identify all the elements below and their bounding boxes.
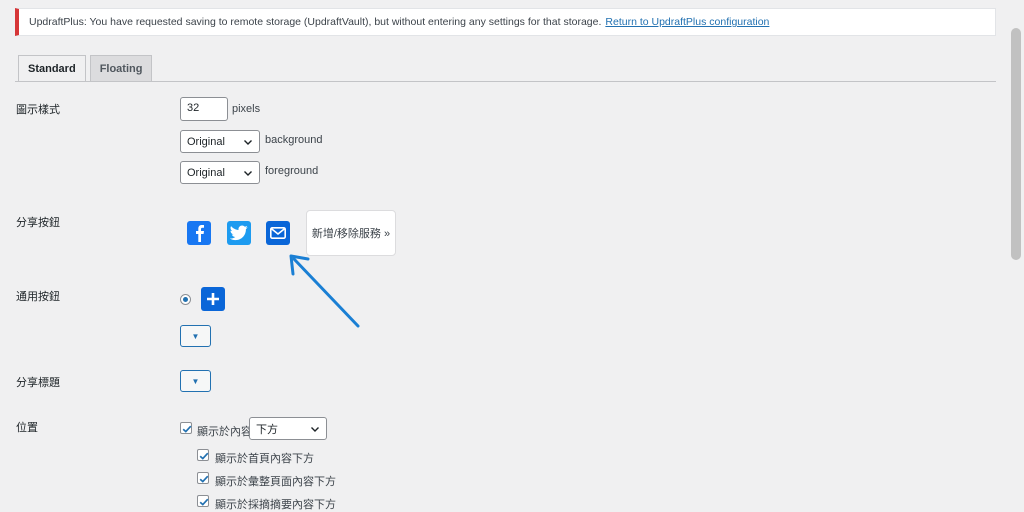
chevron-down-icon: [311, 426, 319, 432]
universal-button-radio[interactable]: [180, 294, 191, 305]
tab-divider: [15, 81, 996, 82]
page-scrollbar[interactable]: [1008, 0, 1024, 501]
show-on-homepage-label: 顯示於首頁內容下方: [215, 453, 314, 465]
caret-down-icon: ▼: [191, 331, 200, 341]
background-label: background: [265, 134, 323, 146]
icon-size-unit: pixels: [232, 103, 261, 115]
tab-standard[interactable]: Standard: [18, 55, 86, 82]
notice-text: UpdraftPlus: You have requested saving t…: [29, 16, 602, 28]
tab-bar: Standard Floating: [18, 55, 153, 82]
position-label: 位置: [16, 422, 38, 434]
plus-icon[interactable]: [201, 287, 225, 311]
email-icon[interactable]: [266, 221, 290, 245]
show-on-excerpt-label: 顯示於採摘摘要內容下方: [215, 499, 336, 511]
tab-floating[interactable]: Floating: [89, 55, 153, 81]
icon-style-label: 圖示樣式: [16, 104, 60, 116]
checkmark-icon: [182, 425, 192, 433]
show-on-excerpt-checkbox[interactable]: [197, 495, 209, 507]
add-remove-services-button[interactable]: 新增/移除服務 »: [306, 210, 396, 256]
universal-button-label: 通用按鈕: [16, 291, 60, 303]
share-title-dropdown[interactable]: ▼: [180, 370, 211, 392]
show-on-archive-checkbox[interactable]: [197, 472, 209, 484]
foreground-select-value: Original: [187, 166, 225, 179]
foreground-select[interactable]: Original: [180, 161, 260, 184]
share-title-label: 分享標題: [16, 377, 60, 389]
show-in-content-label: 顯示於內容: [197, 426, 252, 438]
checkmark-icon: [199, 452, 209, 460]
show-on-archive-label: 顯示於彙整頁面內容下方: [215, 476, 336, 488]
facebook-icon[interactable]: [187, 221, 211, 245]
content-position-select[interactable]: 下方: [249, 417, 327, 440]
chevron-down-icon: [244, 139, 252, 145]
foreground-label: foreground: [265, 165, 319, 177]
universal-button-dropdown[interactable]: ▼: [180, 325, 211, 347]
checkmark-icon: [199, 475, 209, 483]
notice-config-link[interactable]: Return to UpdraftPlus configuration: [605, 16, 769, 28]
background-select[interactable]: Original: [180, 130, 260, 153]
caret-down-icon: ▼: [191, 376, 200, 386]
scrollbar-thumb[interactable]: [1011, 28, 1021, 260]
twitter-icon[interactable]: [227, 221, 251, 245]
background-select-value: Original: [187, 135, 225, 148]
show-on-homepage-checkbox[interactable]: [197, 449, 209, 461]
icon-size-input[interactable]: 32: [180, 97, 228, 121]
chevron-down-icon: [244, 170, 252, 176]
content-position-value: 下方: [256, 423, 278, 436]
checkmark-icon: [199, 498, 209, 506]
show-in-content-checkbox[interactable]: [180, 422, 192, 434]
annotation-arrow-icon: [289, 254, 360, 328]
share-buttons-label: 分享按鈕: [16, 217, 60, 229]
updraftplus-notice: UpdraftPlus: You have requested saving t…: [15, 8, 996, 36]
